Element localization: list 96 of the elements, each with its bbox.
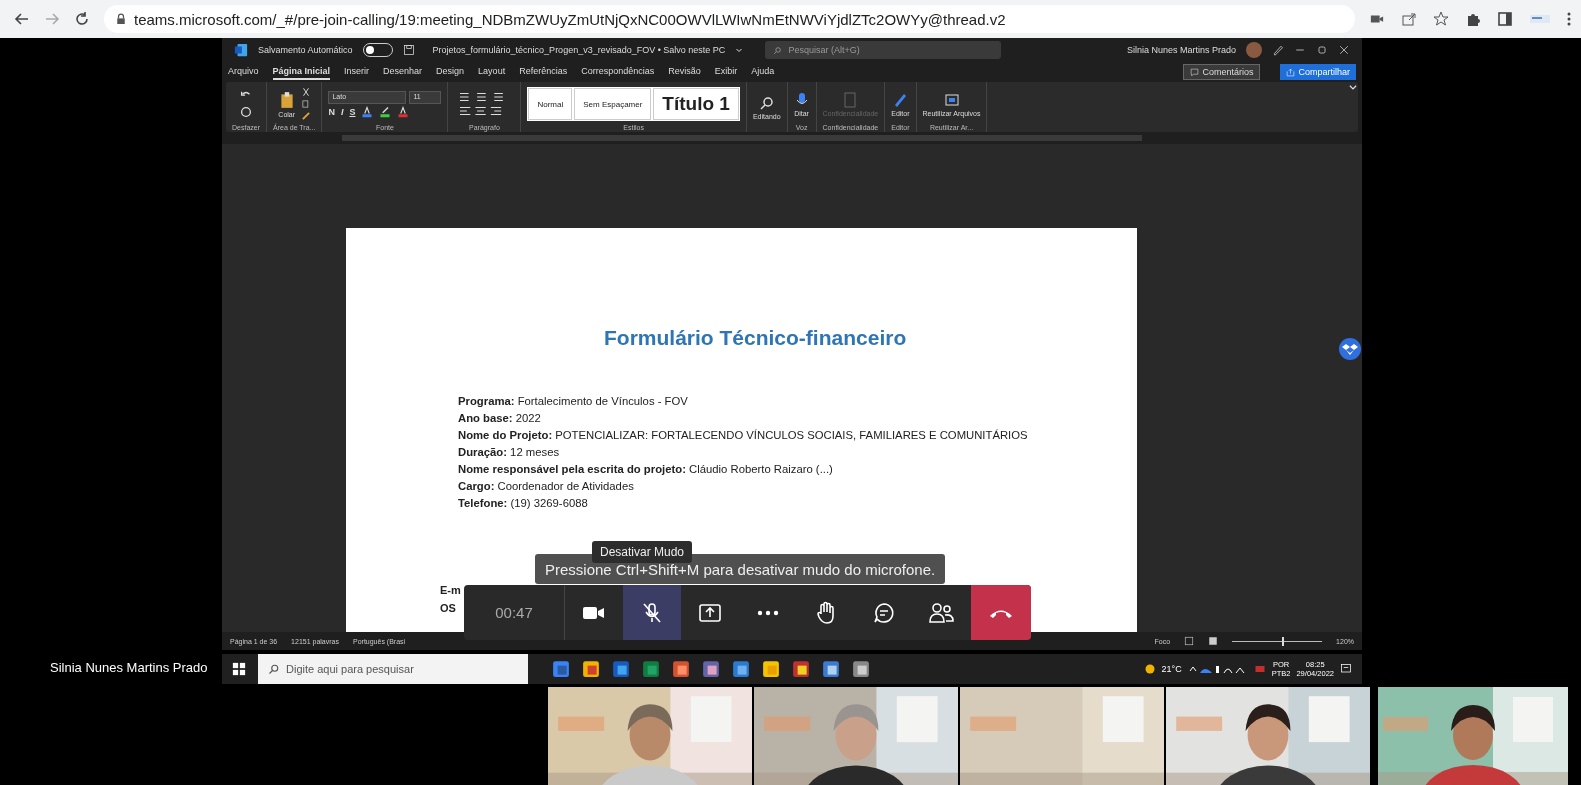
call-control-button[interactable] — [623, 585, 681, 640]
form-field-label: OS — [440, 602, 456, 614]
format-painter-icon[interactable] — [300, 111, 311, 121]
app-icon[interactable] — [792, 660, 810, 678]
user-name: Silnia Nunes Martins Prado — [1126, 45, 1236, 55]
network-icon — [1253, 663, 1266, 675]
document-title[interactable]: Projetos_formulário_técnico_Progen_v3_revisado_FOV • Salvo neste PC — [432, 45, 726, 55]
start-icon[interactable] — [232, 662, 246, 676]
word-logo-icon — [234, 43, 248, 57]
style-option[interactable]: Sem Espaçamer — [574, 88, 652, 120]
form-field-line: Duração: 12 meses — [458, 446, 560, 458]
share-icon[interactable] — [1401, 11, 1417, 27]
menu-tab[interactable]: Design — [436, 64, 465, 80]
menu-tab[interactable]: Página Inicial — [272, 64, 331, 80]
form-field-line: Nome responsável pela escrita do projeto: Cláudio Roberto Raizaro (...) — [458, 463, 833, 475]
pen-icon[interactable] — [1272, 44, 1284, 56]
raised-hand-icon — [815, 600, 837, 625]
document-shield-icon — [842, 91, 859, 108]
highlight-icon[interactable] — [379, 105, 392, 118]
app-icon[interactable] — [822, 660, 840, 678]
presenter-name: Silnia Nunes Martins Prado — [50, 659, 208, 675]
format-button[interactable]: I — [340, 106, 344, 117]
comment-icon — [1190, 67, 1200, 77]
app-icon[interactable] — [762, 660, 780, 678]
search-icon — [268, 663, 280, 675]
pen-icon — [892, 91, 909, 108]
style-option[interactable]: Título 1 — [653, 88, 739, 120]
microphone-muted-icon — [640, 600, 664, 625]
copy-icon[interactable] — [300, 99, 311, 109]
search-icon — [758, 95, 775, 111]
save-icon[interactable] — [402, 44, 415, 56]
app-icon[interactable] — [582, 660, 600, 678]
more-icon — [757, 609, 779, 616]
back-icon[interactable] — [14, 11, 30, 27]
app-icon[interactable] — [732, 660, 750, 678]
taskbar-search-field[interactable]: Digite aqui para pesquisar — [258, 654, 528, 684]
form-field-line: Nome do Projeto: POTENCIALIZAR: FORTALECENDO VÍNCULOS SOCIAIS, FAMILIARES E COMUNITÁRIOS — [458, 429, 1028, 441]
chat-icon — [872, 600, 896, 625]
tooltip: Desativar Mudo — [592, 541, 693, 563]
menu-tab[interactable]: Correspondências — [581, 64, 655, 80]
web-layout-icon[interactable] — [1208, 636, 1219, 646]
menu-icon[interactable] — [1567, 11, 1571, 27]
print-layout-icon[interactable] — [1184, 636, 1195, 646]
collapse-ribbon-icon[interactable] — [1348, 82, 1358, 92]
app-icon[interactable] — [612, 660, 630, 678]
zoom-thumb[interactable] — [1281, 636, 1284, 646]
menu-tab[interactable]: Layout — [478, 64, 506, 80]
reload-icon[interactable] — [74, 11, 90, 27]
app-icon[interactable] — [552, 660, 570, 678]
address-bar[interactable]: teams.microsoft.com/_#/pre-join-calling/19:meeting_NDBmZWUyZmUtNjQxNC00OWVlLWIwNmEtNWViYjdlZTc2OWYy@thread.v2 — [104, 5, 1355, 33]
dropbox-icon[interactable] — [1339, 338, 1361, 360]
search-field[interactable]: Pesquisar (Alt+G) — [765, 41, 1002, 59]
form-field-label: E-m — [440, 584, 461, 596]
document-heading: Formulário Técnico-financeiro — [604, 326, 907, 350]
caret-icon — [735, 46, 744, 54]
format-button[interactable]: N — [328, 106, 335, 117]
side-panel-icon[interactable] — [1497, 11, 1513, 27]
restore-icon[interactable] — [1316, 44, 1328, 56]
share-screen-icon — [698, 601, 722, 624]
menu-tab[interactable]: Exibir — [714, 64, 738, 80]
star-icon[interactable] — [1433, 11, 1449, 27]
cut-icon[interactable] — [300, 87, 311, 97]
menu-tab[interactable]: Referências — [519, 64, 568, 80]
menu-tab[interactable]: Inserir — [344, 64, 370, 80]
extensions-icon[interactable] — [1465, 11, 1481, 27]
form-field-line: Programa: Fortalecimento de Vínculos - FOV — [458, 395, 688, 407]
share-icon — [1286, 67, 1296, 77]
form-field-line: Cargo: Coordenador de Atividades — [458, 480, 634, 492]
form-field-line: Ano base: 2022 — [458, 412, 541, 424]
form-field-line: Telefone: (19) 3269-6088 — [458, 497, 588, 509]
font-color-icon[interactable] — [361, 105, 374, 118]
notifications-icon[interactable] — [1340, 663, 1352, 675]
menu-tab[interactable]: Revisão — [668, 64, 701, 80]
app-icon[interactable] — [852, 660, 870, 678]
text-color-icon[interactable] — [397, 105, 410, 118]
menu-tab[interactable]: Desenhar — [383, 64, 423, 80]
app-icon[interactable] — [702, 660, 720, 678]
lock-icon — [116, 13, 126, 25]
autosave-label: Salvamento Automático — [258, 45, 353, 55]
weather-temperature[interactable]: 21°C — [1161, 664, 1182, 674]
comments-button[interactable]: Comentários — [1183, 64, 1261, 80]
style-option[interactable]: Normal — [528, 88, 573, 120]
profile-icon[interactable] — [1529, 12, 1551, 26]
redo-icon[interactable] — [239, 105, 253, 119]
files-icon — [943, 91, 960, 108]
close-icon[interactable] — [1338, 44, 1350, 56]
search-icon — [773, 45, 783, 55]
format-button[interactable]: S — [349, 106, 356, 117]
share-button[interactable]: Compartilhar — [1280, 64, 1356, 80]
app-icon[interactable] — [672, 660, 690, 678]
people-icon — [928, 600, 956, 625]
menu-tab[interactable]: Arquivo — [228, 64, 259, 80]
weather-icon — [1143, 663, 1156, 675]
avatar[interactable] — [1246, 42, 1262, 58]
menu-tab[interactable]: Ajuda — [751, 64, 775, 80]
app-icon[interactable] — [642, 660, 660, 678]
